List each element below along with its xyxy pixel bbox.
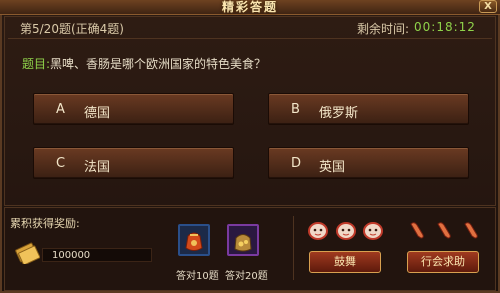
treasure-bag-graphic [234, 234, 252, 252]
encourage-face-icon [308, 222, 328, 240]
question-prefix: 题目: [22, 57, 51, 71]
guild-help-button[interactable]: 行会求助 [407, 251, 479, 273]
option-d-button[interactable]: D 英国 [268, 147, 469, 179]
option-letter: B [291, 102, 300, 117]
encourage-face-icon [363, 222, 383, 240]
red-pouch-graphic [185, 232, 203, 251]
option-text: 英国 [319, 160, 346, 175]
reward-caption: 答对20题 [225, 271, 268, 282]
question-body: 黑啤、香肠是哪个欧洲国家的特色美食？ [50, 57, 267, 71]
timer-label: 剩余时间: [357, 22, 410, 36]
reward-label: 累积获得奖励: [10, 217, 80, 230]
section-divider [293, 216, 294, 280]
option-b-button[interactable]: B 俄罗斯 [268, 93, 469, 125]
option-letter: D [291, 156, 302, 171]
divider [8, 38, 492, 39]
option-letter: A [56, 102, 65, 117]
window-title: 精彩答题 [221, 0, 278, 14]
reward-caption: 答对10题 [176, 271, 219, 282]
option-a-button[interactable]: A 德国 [33, 93, 234, 125]
option-c-button[interactable]: C 法国 [33, 147, 234, 179]
encourage-button[interactable]: 鼓舞 [309, 251, 381, 273]
encourage-face-icon [336, 222, 356, 240]
option-letter: C [56, 156, 66, 171]
title-bar: 精彩答题 [0, 0, 500, 15]
option-text: 俄罗斯 [319, 106, 359, 121]
red-pouch-icon[interactable] [178, 224, 210, 256]
treasure-bag-icon[interactable] [227, 224, 259, 256]
help-hand-icon [464, 222, 478, 239]
close-button[interactable]: X [479, 0, 497, 13]
question-text: 题目:黑啤、香肠是哪个欧洲国家的特色美食？ [22, 55, 266, 72]
help-hand-icon [437, 222, 451, 239]
money-icon [15, 242, 40, 264]
question-count: 第5/20题(正确4题) [20, 22, 124, 36]
option-text: 法国 [84, 160, 111, 175]
money-value: 100000 [52, 250, 91, 261]
help-hand-icon [410, 222, 424, 239]
timer-value: 00:18:12 [414, 20, 476, 34]
option-text: 德国 [84, 106, 111, 121]
